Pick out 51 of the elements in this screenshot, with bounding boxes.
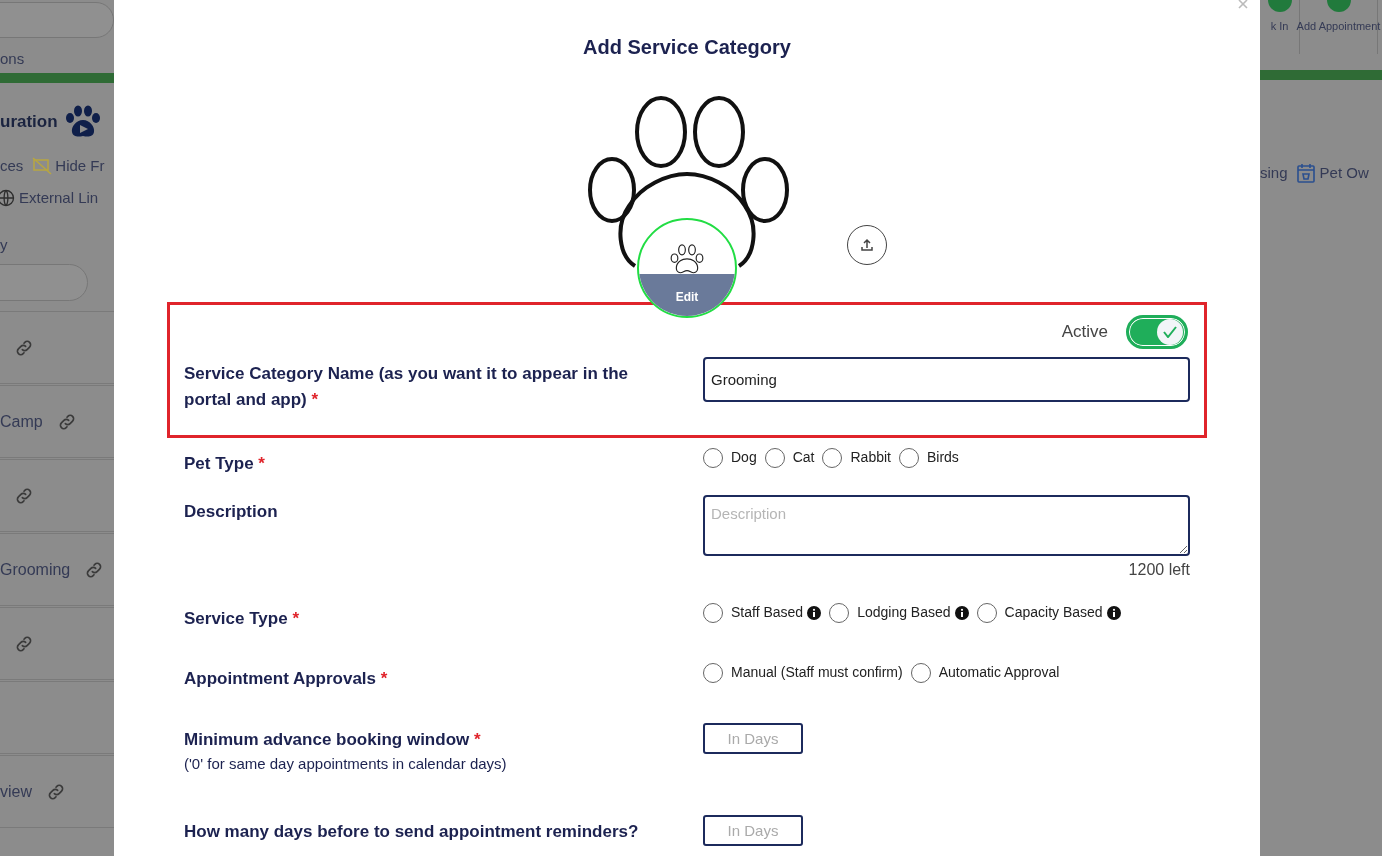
category-name: Grooming: [0, 559, 71, 580]
toolbar-link[interactable]: Pet Ow: [1319, 162, 1369, 185]
character-counter: 1200 left: [1128, 560, 1190, 580]
field-hint: ('0' for same day appointments in calendar days): [184, 754, 508, 774]
field-label: Description: [184, 501, 279, 523]
dialog-title: Add Service Category: [582, 35, 792, 60]
toolbar-link[interactable]: External Lin: [19, 187, 99, 210]
field-label: Pet Type *: [184, 453, 266, 475]
toolbar-link[interactable]: Hide Fr: [55, 154, 105, 177]
calendar-icon: [1295, 162, 1316, 185]
tab-label[interactable]: ons: [0, 48, 114, 71]
close-icon: [1238, 0, 1248, 9]
days-field[interactable]: In Days: [703, 723, 803, 754]
active-toggle[interactable]: [1126, 315, 1188, 349]
category-name: view: [0, 781, 32, 802]
section-label: y: [0, 234, 9, 255]
active-label: Active: [1061, 321, 1108, 344]
info-icon[interactable]: [954, 605, 969, 620]
field-label: How many days before to send appointment reminders?: [184, 821, 640, 843]
toolbar-link[interactable]: sing: [1260, 162, 1288, 185]
radio-label[interactable]: Cat: [792, 447, 815, 468]
radio-label[interactable]: Dog: [731, 447, 757, 468]
check-icon: [1163, 326, 1177, 338]
toolbar-link[interactable]: ces: [0, 154, 24, 177]
close-button[interactable]: [1236, 0, 1250, 10]
radio-label[interactable]: Automatic Approval: [938, 662, 1060, 683]
hidden-screen-icon: [32, 156, 53, 175]
field-label: Appointment Approvals *: [184, 668, 389, 690]
edit-image-button[interactable]: Edit: [637, 218, 737, 318]
search-field[interactable]: [0, 2, 114, 38]
field-label: Minimum advance booking window *: [184, 729, 482, 751]
radio-label[interactable]: Rabbit: [850, 447, 891, 468]
field-label: Service Category Name (as you want it to appear in the portal and app) *: [184, 363, 630, 411]
page-heading: uration: [0, 110, 58, 133]
category-name: Camp: [0, 411, 43, 432]
upload-button[interactable]: [847, 225, 887, 265]
paw-play-icon: [63, 104, 102, 139]
description-field[interactable]: Description: [703, 495, 1190, 556]
upload-icon: [860, 238, 874, 252]
radio-label[interactable]: Birds: [926, 447, 959, 468]
days-field[interactable]: In Days: [703, 815, 803, 846]
radio-label[interactable]: Staff Based: [731, 602, 804, 623]
edit-label: Edit: [639, 274, 735, 316]
radio-label[interactable]: Lodging Based: [857, 602, 951, 623]
name-field[interactable]: Grooming: [703, 357, 1190, 402]
field-label: Service Type *: [184, 608, 300, 630]
radio-label[interactable]: Manual (Staff must confirm): [731, 662, 903, 683]
info-icon[interactable]: [807, 605, 822, 620]
radio-label[interactable]: Capacity Based: [1004, 602, 1103, 623]
info-icon[interactable]: [1106, 605, 1121, 620]
globe-icon: [0, 188, 16, 209]
